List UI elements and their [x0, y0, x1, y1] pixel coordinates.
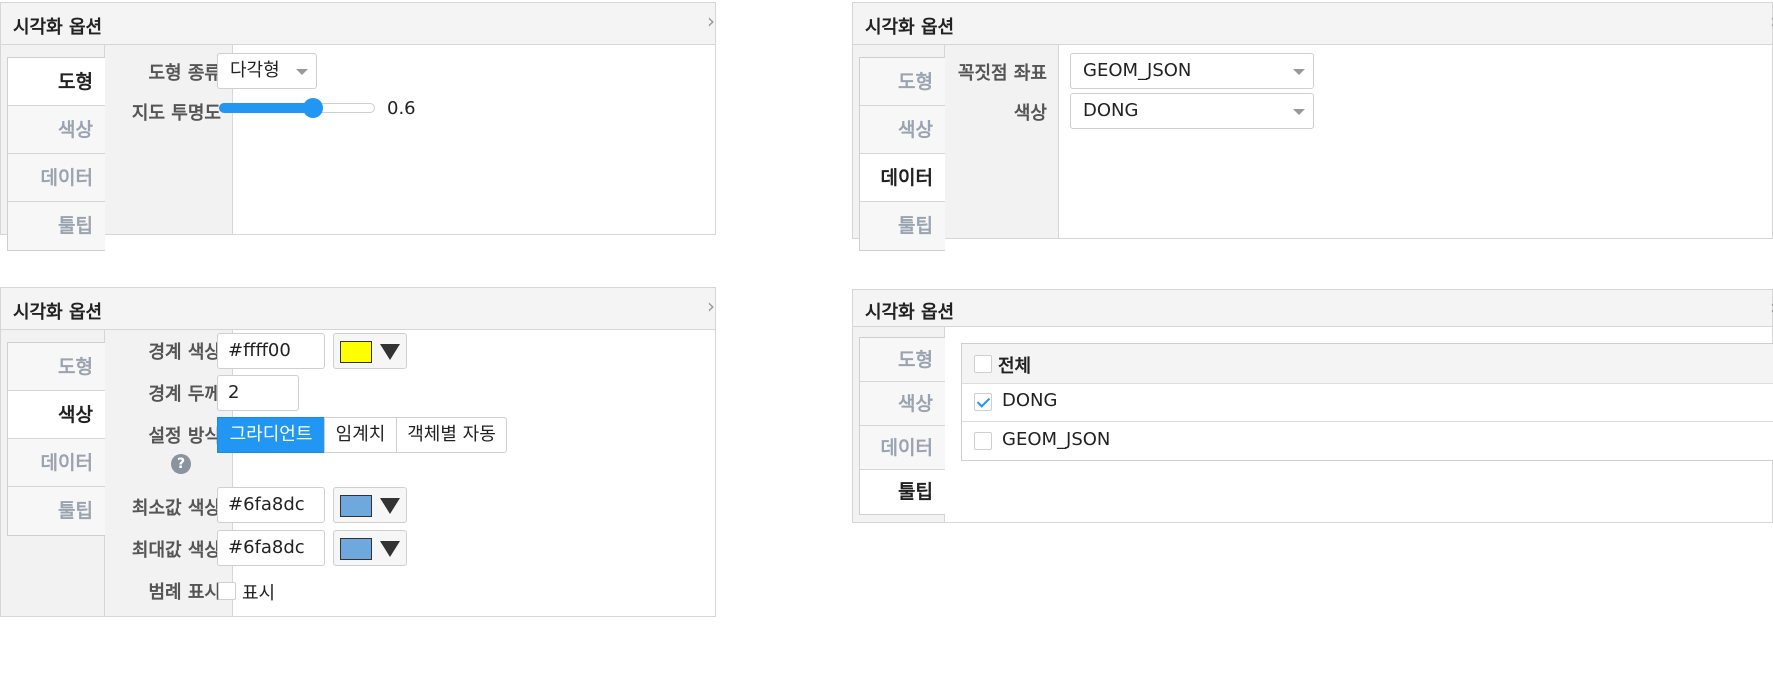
- method-auto-button[interactable]: 객체별 자동: [396, 417, 507, 453]
- border-color-label: 경계 색상: [148, 342, 221, 363]
- visual-options-panel-tooltip: 시각화 옵션 › 도형 색상 데이터 툴팁 전체 DONG GEOM_JSON: [852, 289, 1773, 523]
- panel-header: 시각화 옵션 ›: [1, 3, 715, 45]
- label-column: 꼭짓점 좌표 색상: [945, 45, 1059, 238]
- shape-type-value: 다각형: [230, 60, 280, 81]
- tab-shape[interactable]: 도형: [860, 338, 945, 382]
- tab-column: 도형 색상 데이터 툴팁: [853, 45, 945, 251]
- border-width-input[interactable]: 2: [217, 375, 299, 411]
- max-color-picker[interactable]: [333, 530, 407, 566]
- tab-column: 도형 색상 데이터 툴팁: [853, 327, 945, 522]
- label-column: 도형 종류 지도 투명도: [105, 45, 233, 234]
- shape-type-select[interactable]: 다각형: [217, 53, 317, 89]
- tab-list: 도형 색상 데이터 툴팁: [859, 57, 945, 251]
- max-color-input[interactable]: #6fa8dc: [217, 530, 325, 566]
- border-color-input[interactable]: #ffff00: [217, 333, 325, 369]
- visual-options-panel-shape: 시각화 옵션 › 도형 색상 데이터 툴팁 도형 종류 지도 투명도 다각형 0…: [0, 2, 716, 251]
- panel-title: 시각화 옵션: [865, 17, 955, 38]
- dropdown-triangle-icon: [380, 344, 400, 360]
- dropdown-triangle-icon: [380, 541, 400, 557]
- min-color-label: 최소값 색상: [131, 498, 221, 519]
- min-color-input[interactable]: #6fa8dc: [217, 487, 325, 523]
- panel-title: 시각화 옵션: [13, 17, 103, 38]
- shape-type-label: 도형 종류: [148, 63, 221, 84]
- select-all-label: 전체: [998, 356, 1032, 377]
- method-label: 설정 방식: [148, 426, 221, 447]
- panel-header: 시각화 옵션 ›: [853, 290, 1773, 327]
- tab-data[interactable]: 데이터: [8, 154, 105, 202]
- chevron-right-icon[interactable]: ›: [707, 11, 715, 31]
- visual-options-panel-data: 시각화 옵션 › 도형 색상 데이터 툴팁 꼭짓점 좌표 색상 GEOM_JSO…: [852, 2, 1773, 251]
- color-column-select[interactable]: DONG: [1070, 93, 1314, 129]
- tab-data[interactable]: 데이터: [860, 154, 945, 202]
- field-label-geom-json: GEOM_JSON: [1002, 429, 1111, 450]
- color-swatch: [340, 495, 372, 517]
- vertex-coords-select[interactable]: GEOM_JSON: [1070, 53, 1314, 89]
- field-checkbox-dong[interactable]: [974, 393, 992, 411]
- legend-label: 범례 표시: [148, 582, 221, 603]
- list-header: 전체: [962, 344, 1773, 384]
- tab-shape[interactable]: 도형: [8, 58, 105, 106]
- tab-column: 도형 색상 데이터 툴팁: [1, 45, 105, 251]
- color-column-label: 색상: [1013, 103, 1047, 124]
- opacity-label: 지도 투명도: [131, 103, 221, 124]
- help-icon[interactable]: ?: [171, 454, 191, 474]
- tab-color[interactable]: 색상: [860, 106, 945, 154]
- vertex-coords-value: GEOM_JSON: [1083, 60, 1192, 81]
- panel-header: 시각화 옵션 ›: [853, 3, 1773, 45]
- panel-title: 시각화 옵션: [865, 302, 955, 323]
- dropdown-caret-icon: [296, 69, 308, 75]
- chevron-right-icon[interactable]: ›: [707, 296, 715, 316]
- max-color-label: 최대값 색상: [131, 540, 221, 561]
- field-label-dong: DONG: [1002, 390, 1058, 411]
- border-width-label: 경계 두께: [148, 384, 221, 405]
- method-gradient-button[interactable]: 그라디언트: [217, 417, 325, 453]
- legend-checkbox[interactable]: [218, 582, 236, 600]
- tab-color[interactable]: 색상: [8, 391, 105, 439]
- border-color-picker[interactable]: [333, 333, 407, 369]
- panel-title: 시각화 옵션: [13, 302, 103, 323]
- opacity-value: 0.6: [387, 98, 416, 119]
- panel-header: 시각화 옵션 ›: [1, 288, 715, 330]
- tab-list: 도형 색상 데이터 툴팁: [859, 337, 945, 515]
- tab-data[interactable]: 데이터: [8, 439, 105, 487]
- tab-shape[interactable]: 도형: [8, 343, 105, 391]
- list-item[interactable]: GEOM_JSON: [962, 421, 1773, 461]
- dropdown-caret-icon: [1293, 69, 1305, 75]
- color-swatch: [340, 538, 372, 560]
- field-checkbox-geom-json[interactable]: [974, 432, 992, 450]
- tab-list: 도형 색상 데이터 툴팁: [7, 342, 105, 536]
- color-swatch: [340, 341, 372, 363]
- opacity-slider-fill: [219, 103, 313, 113]
- dropdown-triangle-icon: [380, 498, 400, 514]
- dropdown-caret-icon: [1293, 109, 1305, 115]
- tab-tooltip[interactable]: 툴팁: [860, 470, 945, 514]
- tab-tooltip[interactable]: 툴팁: [8, 487, 105, 535]
- method-threshold-button[interactable]: 임계치: [324, 417, 397, 453]
- tooltip-field-list: 전체 DONG GEOM_JSON: [961, 343, 1773, 461]
- tab-shape[interactable]: 도형: [860, 58, 945, 106]
- tab-tooltip[interactable]: 툴팁: [860, 202, 945, 250]
- tab-tooltip[interactable]: 툴팁: [8, 202, 105, 250]
- visual-options-panel-color: 시각화 옵션 › 도형 색상 데이터 툴팁 경계 색상 경계 두께 설정 방식 …: [0, 287, 716, 617]
- tab-list: 도형 색상 데이터 툴팁: [7, 57, 105, 251]
- select-all-checkbox[interactable]: [974, 355, 992, 373]
- min-color-picker[interactable]: [333, 487, 407, 523]
- tab-color[interactable]: 색상: [860, 382, 945, 426]
- label-column: 경계 색상 경계 두께 설정 방식 ? 최소값 색상 최대값 색상 범례 표시: [105, 330, 233, 616]
- vertex-coords-label: 꼭짓점 좌표: [957, 63, 1047, 84]
- list-item[interactable]: DONG: [962, 382, 1773, 422]
- tab-column: 도형 색상 데이터 툴팁: [1, 330, 105, 616]
- opacity-slider-handle[interactable]: [303, 98, 323, 118]
- legend-checkbox-label: 표시: [242, 583, 276, 604]
- tab-data[interactable]: 데이터: [860, 426, 945, 470]
- tab-color[interactable]: 색상: [8, 106, 105, 154]
- color-column-value: DONG: [1083, 100, 1139, 121]
